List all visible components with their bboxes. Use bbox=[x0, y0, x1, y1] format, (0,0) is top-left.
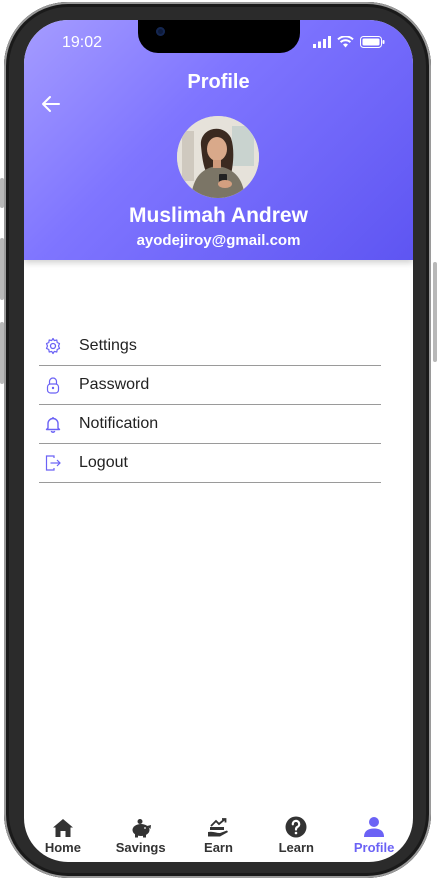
profile-photo bbox=[177, 116, 259, 198]
mute-switch bbox=[0, 178, 4, 208]
earn-icon bbox=[208, 818, 229, 837]
screen: 19:02 Profile Muslimah Andrew ayodejiroy… bbox=[24, 20, 413, 862]
status-time: 19:02 bbox=[62, 34, 103, 51]
menu-item-label: Password bbox=[79, 376, 150, 393]
profile-menu: Settings Password Notification Logout bbox=[39, 327, 381, 483]
power-button bbox=[433, 262, 437, 362]
signal-icon bbox=[313, 36, 331, 48]
profile-header: 19:02 Profile Muslimah Andrew ayodejiroy… bbox=[24, 20, 413, 260]
menu-item-label: Logout bbox=[79, 454, 128, 471]
volume-down-button bbox=[0, 322, 4, 384]
status-icons bbox=[313, 36, 385, 48]
profile-name: Muslimah Andrew bbox=[129, 204, 308, 227]
bell-icon bbox=[45, 417, 61, 433]
question-icon bbox=[285, 816, 307, 838]
menu-item-password[interactable]: Password bbox=[39, 366, 381, 405]
nav-item-profile[interactable]: Profile bbox=[336, 802, 412, 862]
menu-item-label: Settings bbox=[79, 337, 137, 354]
menu-item-label: Notification bbox=[79, 415, 159, 432]
logout-icon bbox=[45, 455, 61, 471]
gear-icon bbox=[45, 337, 61, 355]
menu-item-notification[interactable]: Notification bbox=[39, 405, 381, 444]
home-icon bbox=[52, 819, 73, 837]
person-icon bbox=[364, 817, 385, 837]
bottom-nav: Home Savings Earn Learn Profile bbox=[24, 802, 413, 862]
volume-up-button bbox=[0, 238, 4, 300]
nav-label: Earn bbox=[204, 840, 233, 855]
page-title: Profile bbox=[187, 71, 250, 93]
nav-item-home[interactable]: Home bbox=[25, 802, 101, 862]
nav-label: Home bbox=[44, 840, 81, 855]
nav-item-earn[interactable]: Earn bbox=[180, 802, 256, 862]
profile-email: ayodejiroy@gmail.com bbox=[136, 232, 301, 249]
nav-label: Profile bbox=[353, 840, 395, 855]
menu-item-logout[interactable]: Logout bbox=[39, 444, 381, 483]
front-camera bbox=[156, 27, 165, 36]
nav-item-savings[interactable]: Savings bbox=[103, 802, 179, 862]
nav-label: Learn bbox=[278, 840, 314, 855]
back-arrow-icon[interactable] bbox=[40, 93, 62, 115]
notch bbox=[138, 20, 300, 53]
nav-item-learn[interactable]: Learn bbox=[258, 802, 334, 862]
piggy-bank-icon bbox=[132, 819, 151, 838]
avatar[interactable] bbox=[177, 116, 259, 198]
wifi-icon bbox=[337, 36, 354, 48]
lock-icon bbox=[46, 377, 60, 394]
menu-item-settings[interactable]: Settings bbox=[39, 327, 381, 366]
battery-icon bbox=[360, 36, 385, 48]
nav-label: Savings bbox=[115, 840, 166, 855]
